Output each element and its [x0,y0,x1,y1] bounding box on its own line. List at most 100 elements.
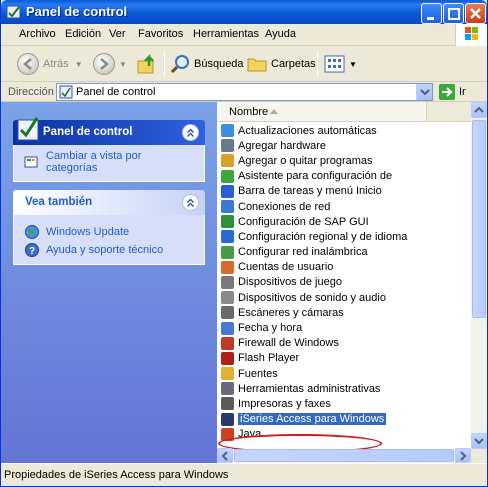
search-button[interactable]: Búsqueda [169,50,244,78]
globe-icon [25,225,39,239]
scroll-left-button[interactable] [217,448,233,463]
list-item[interactable]: Fecha y hora [221,320,407,335]
forward-button[interactable]: ▼ [93,50,127,78]
back-dropdown-icon[interactable]: ▼ [75,60,83,69]
list-item-label: Dispositivos de juego [238,276,342,289]
views-grid-icon [324,55,345,73]
windows-update-link[interactable]: Windows Update [24,223,194,241]
go-button[interactable]: Ir [439,84,466,100]
switch-category-view-link[interactable]: Cambiar a vista por categorías [24,150,194,174]
list-item[interactable]: Firewall de Windows [221,336,407,351]
switch-category-view-label: Cambiar a vista por categorías [46,150,142,174]
list-item[interactable]: Agregar hardware [221,138,407,153]
list-item[interactable]: Cuentas de usuario [221,260,407,275]
horizontal-scrollbar[interactable] [217,448,471,463]
list-item-label: Agregar o quitar programas [238,154,373,167]
up-folder-icon [137,53,154,74]
list-item-label: Flash Player [238,352,300,365]
list-item[interactable]: Configuración regional y de idioma [221,229,407,244]
wizard-icon [221,169,234,183]
list-item[interactable]: Configurar red inalámbrica [221,245,407,260]
menu-edicion[interactable]: Edición [65,28,101,40]
chevron-up-icon [474,106,484,113]
network-icon [221,200,234,214]
up-folder-button[interactable] [135,50,159,78]
list-item[interactable]: Dispositivos de sonido y audio [221,290,407,305]
chevron-right-icon [460,451,467,461]
menu-ver[interactable]: Ver [109,28,126,40]
list-item-label: Fecha y hora [238,322,303,335]
views-button[interactable]: ▼ [323,50,357,78]
explorer-window: Panel de control Archivo Edición Ver Fav… [0,0,488,487]
list-item-label: Barra de tareas y menú Inicio [238,185,382,198]
back-button[interactable]: Atrás ▼ [17,50,83,78]
help-support-link[interactable]: ? Ayuda y soporte técnico [24,241,194,259]
collapse-button[interactable] [182,194,199,211]
flash-icon [221,351,234,365]
back-label: Atrás [43,58,69,70]
list-item[interactable]: Barra de tareas y menú Inicio [221,184,407,199]
toolbar-separator [164,52,165,76]
list-item-label: Configurar red inalámbrica [238,246,368,259]
see-also-header[interactable]: Vea también [13,190,205,215]
fonts-icon [221,367,234,381]
list-item[interactable]: Dispositivos de juego [221,275,407,290]
list-item[interactable]: Fuentes [221,366,407,381]
programs-icon [221,154,234,168]
globe-icon [221,124,234,138]
help-support-label: Ayuda y soporte técnico [46,244,164,256]
list-item[interactable]: Configuración de SAP GUI [221,214,407,229]
list-item[interactable]: Impresoras y faxes [221,396,407,411]
forward-dropdown-icon[interactable]: ▼ [119,60,127,69]
menu-favoritos[interactable]: Favoritos [138,28,183,40]
vertical-scroll-thumb[interactable] [472,120,486,318]
menu-ayuda[interactable]: Ayuda [265,28,296,40]
list-item-label: Impresoras y faxes [238,397,331,410]
address-value: Panel de control [76,86,156,98]
list-item[interactable]: iSeries Access para Windows [221,412,407,427]
svg-text:?: ? [29,246,35,257]
folders-button[interactable]: Carpetas [246,50,316,78]
address-label: Dirección [8,86,54,98]
list-item-label: Fuentes [238,367,278,380]
list-item[interactable]: Escáneres y cámaras [221,305,407,320]
list-item-label: Agregar hardware [238,139,327,152]
maximize-button[interactable] [443,3,464,24]
list-item-label: Actualizaciones automáticas [238,124,377,137]
close-button[interactable] [465,3,486,24]
admin-tools-icon [221,382,234,396]
list-item[interactable]: Actualizaciones automáticas [221,123,407,138]
control-panel-header[interactable]: Panel de control [13,117,205,145]
category-view-icon [24,156,38,168]
search-icon [170,55,189,74]
column-header-name[interactable]: Nombre [217,102,427,121]
menu-archivo[interactable]: Archivo [19,28,56,40]
column-header-bar: Nombre [217,102,471,122]
scroll-down-button[interactable] [471,433,487,449]
regional-icon [221,230,234,244]
list-item[interactable]: Asistente para configuración de [221,169,407,184]
firewall-icon [221,336,234,350]
list-item[interactable]: Conexiones de red [221,199,407,214]
list-item-label: iSeries Access para Windows [238,413,387,426]
collapse-button[interactable] [182,124,199,141]
title-bar[interactable]: Panel de control [1,0,487,24]
minimize-button[interactable] [421,3,442,24]
vertical-scrollbar[interactable] [471,102,487,449]
views-dropdown-icon[interactable]: ▼ [349,60,357,69]
windows-update-label: Windows Update [46,226,130,238]
chevron-up-icon [187,198,194,207]
horizontal-scroll-thumb[interactable] [234,449,454,462]
list-item-label: Asistente para configuración de [238,170,393,183]
window-title: Panel de control [26,4,128,19]
list-item[interactable]: Agregar o quitar programas [221,153,407,168]
toolbar-separator [317,52,318,76]
address-dropdown-button[interactable] [416,84,432,100]
menu-herramientas[interactable]: Herramientas [193,28,259,40]
sound-icon [221,291,234,305]
address-input[interactable]: Panel de control [56,83,433,101]
list-item[interactable]: Herramientas administrativas [221,381,407,396]
list-item[interactable]: Flash Player [221,351,407,366]
scroll-right-button[interactable] [455,448,471,463]
scroll-up-button[interactable] [471,102,487,118]
